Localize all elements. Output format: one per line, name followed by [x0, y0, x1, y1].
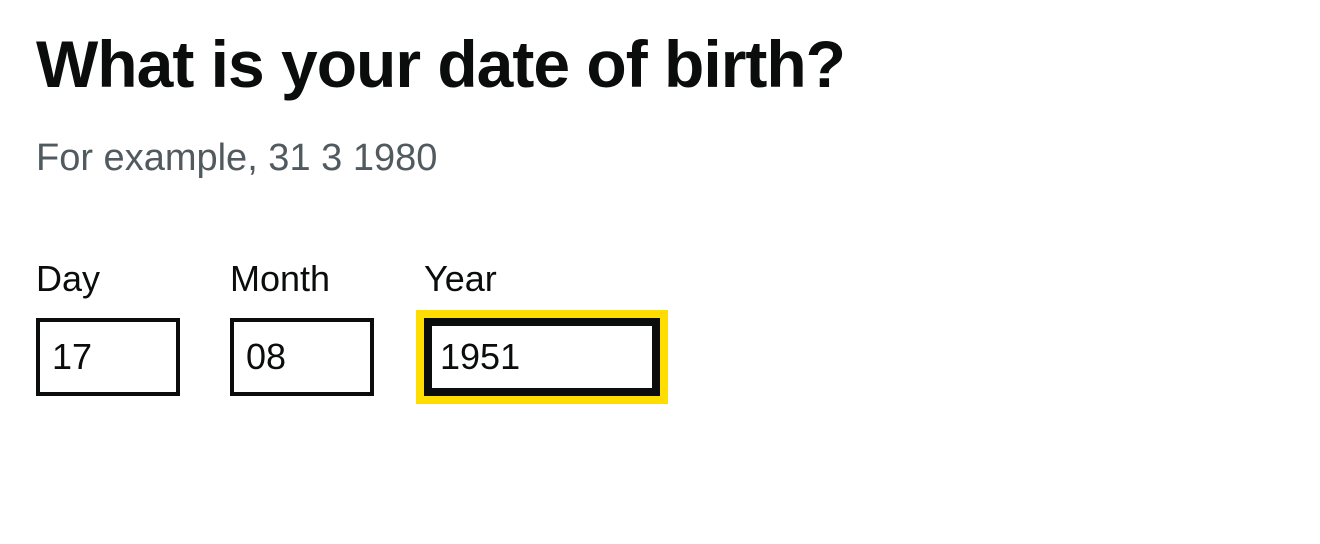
- month-input[interactable]: [230, 318, 374, 396]
- month-field-wrapper: Month: [230, 258, 374, 396]
- day-input[interactable]: [36, 318, 180, 396]
- month-label: Month: [230, 258, 374, 300]
- page-heading: What is your date of birth?: [36, 30, 1284, 99]
- hint-text: For example, 31 3 1980: [36, 137, 1284, 180]
- year-label: Year: [424, 258, 660, 300]
- day-label: Day: [36, 258, 180, 300]
- date-input-group: Day Month Year: [36, 258, 1284, 396]
- day-field-wrapper: Day: [36, 258, 180, 396]
- year-field-wrapper: Year: [424, 258, 660, 396]
- year-input[interactable]: [424, 318, 660, 396]
